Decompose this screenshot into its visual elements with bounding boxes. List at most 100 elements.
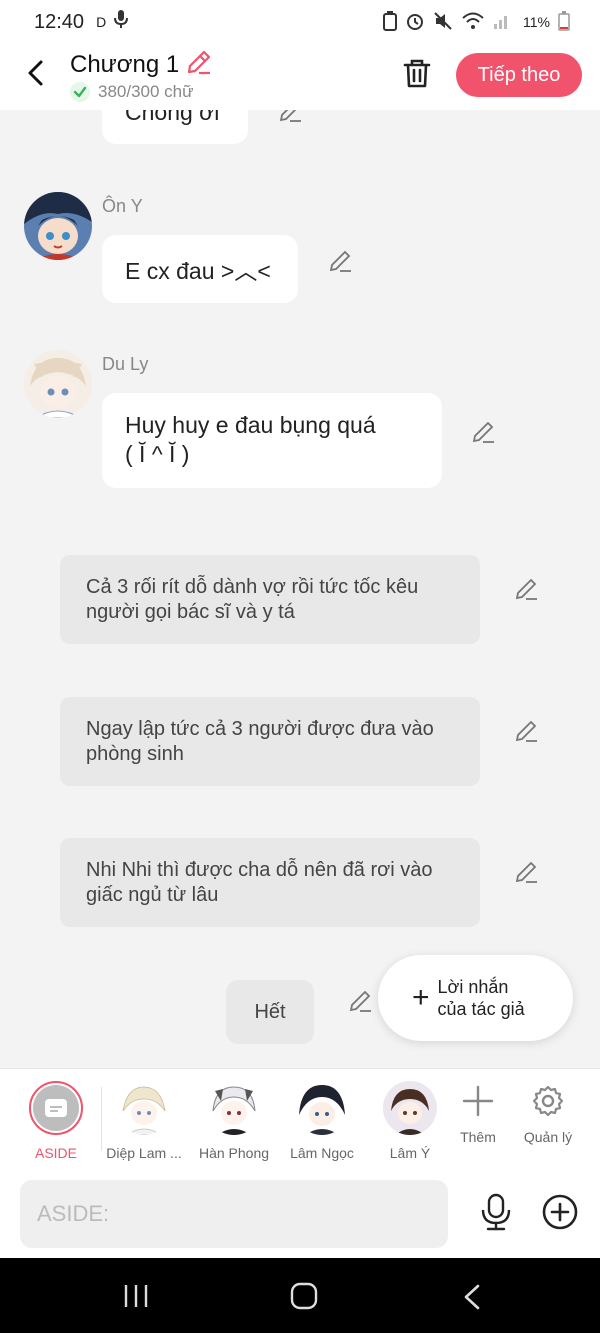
gear-icon (532, 1085, 564, 1117)
pencil-icon (472, 421, 494, 443)
pencil-icon (329, 250, 351, 272)
speaker-name: Du Ly (102, 354, 149, 374)
pencil-icon (188, 50, 211, 75)
message-text: Chồng ơi (125, 110, 220, 125)
character-label: Quản lý (523, 1129, 573, 1145)
voice-input-button[interactable] (476, 1192, 516, 1232)
pencil-icon (515, 861, 537, 883)
message-icon (45, 1099, 67, 1117)
plus-circle-icon (542, 1194, 578, 1230)
character-label: Lâm Ngọc (290, 1145, 354, 1161)
edit-narration-button[interactable] (514, 718, 540, 744)
character-label: Diệp Lam ... (106, 1145, 182, 1161)
narration-line: giấc ngủ từ lâu (86, 884, 219, 906)
character-label: Lâm Ý (389, 1145, 431, 1161)
plus-icon (462, 1085, 494, 1117)
word-count-row: 380/300 chữ (70, 82, 194, 102)
manage-characters-button[interactable]: Quản lý (508, 1077, 588, 1145)
pencil-icon (349, 990, 371, 1012)
message-bubble[interactable]: E cx đau >︿< (102, 235, 298, 303)
plus-icon: + (412, 981, 430, 1014)
chapter-title: Chương 1 (70, 50, 180, 78)
narration-line: Ngay lập tức cả 3 người được đưa vào (86, 718, 434, 740)
author-note-label: của tác giả (437, 999, 525, 1019)
narration-line: Cả 3 rối rít dỗ dành vợ rồi tức tốc kêu (86, 576, 419, 598)
character-label: Hàn Phong (198, 1145, 270, 1161)
narration-line: người gọi bác sĩ và y tá (86, 601, 295, 623)
avatar (295, 1081, 349, 1135)
edit-message-button[interactable] (471, 419, 497, 445)
character-bar: ASIDE Diệp Lam ... Hàn Phong Lâm Ngọc Lâ… (0, 1068, 600, 1170)
next-button[interactable]: Tiếp theo (456, 53, 582, 97)
avatar (117, 1081, 171, 1135)
divider (101, 1087, 102, 1151)
author-note-button[interactable]: + Lời nhắn của tác giả (378, 955, 573, 1041)
pencil-icon (515, 720, 537, 742)
message-bubble[interactable]: Chồng ơi (102, 110, 248, 144)
pencil-icon (279, 110, 301, 122)
word-count: 380/300 chữ (98, 82, 194, 101)
narration-block[interactable]: Cả 3 rối rít dỗ dành vợ rồi tức tốc kêu … (60, 555, 480, 644)
avatar[interactable] (24, 350, 92, 418)
battery-icon (558, 10, 570, 34)
edit-narration-button[interactable] (514, 859, 540, 885)
avatar (383, 1081, 437, 1135)
character-han-phong[interactable]: Hàn Phong (194, 1077, 274, 1161)
message-text-line: Huy huy e đau bụng quá (125, 412, 376, 438)
alarm-icon (405, 11, 425, 34)
edit-message-button[interactable] (328, 248, 354, 274)
recent-apps-icon (124, 1285, 148, 1307)
input-bar: ASIDE: (0, 1170, 600, 1258)
home-button[interactable] (290, 1282, 318, 1315)
chevron-left-icon (28, 60, 43, 86)
character-aside[interactable]: ASIDE (16, 1077, 96, 1161)
delete-button[interactable] (400, 56, 434, 90)
avatar[interactable] (24, 192, 92, 260)
storage-icon (383, 10, 398, 34)
edit-message-button[interactable] (278, 110, 304, 124)
wifi-icon (461, 11, 485, 34)
add-character-button[interactable]: Thêm (438, 1077, 518, 1145)
character-label: Thêm (460, 1129, 496, 1145)
mute-icon (433, 11, 453, 34)
end-marker[interactable]: Hết (226, 980, 314, 1044)
chat-area[interactable]: Chồng ơi Ôn Y E cx đau >︿< Du Ly Huy huy… (0, 110, 600, 1068)
aside-avatar (29, 1081, 83, 1135)
system-back-button[interactable] (462, 1284, 482, 1315)
narration-block[interactable]: Ngay lập tức cả 3 người được đưa vào phò… (60, 697, 480, 786)
recent-apps-button[interactable] (122, 1283, 150, 1314)
narration-line: Nhi Nhi thì được cha dỗ nên đã rơi vào (86, 859, 433, 881)
edit-narration-button[interactable] (514, 576, 540, 602)
check-icon (70, 82, 90, 102)
message-text: E cx đau >︿< (125, 258, 271, 284)
trash-icon (403, 59, 431, 88)
app-header: Chương 1 380/300 chữ Tiếp theo (0, 44, 600, 110)
narration-block[interactable]: Nhi Nhi thì được cha dỗ nên đã rơi vào g… (60, 838, 480, 927)
status-bar: 12:40 D 11% (0, 0, 600, 44)
status-d-indicator: D (96, 14, 107, 30)
narration-line: phòng sinh (86, 743, 184, 765)
system-nav-bar (0, 1258, 600, 1333)
character-label: ASIDE (34, 1145, 77, 1161)
avatar (207, 1081, 261, 1135)
chapter-title-row: Chương 1 (70, 48, 213, 81)
character-lam-ngoc[interactable]: Lâm Ngọc (282, 1077, 362, 1161)
message-input[interactable]: ASIDE: (20, 1180, 448, 1248)
back-button[interactable] (22, 58, 52, 88)
author-note-label: Lời nhắn (437, 977, 509, 997)
edit-title-button[interactable] (185, 48, 213, 81)
character-diep-lam[interactable]: Diệp Lam ... (104, 1077, 184, 1161)
pencil-icon (515, 578, 537, 600)
message-bubble[interactable]: Huy huy e đau bụng quá ( Ĭ ^ Ĭ ) (102, 393, 442, 488)
speaker-name: Ôn Y (102, 196, 143, 216)
status-icons: 11% (383, 10, 570, 34)
chevron-left-icon (464, 1284, 480, 1310)
status-mic-icon (114, 9, 129, 35)
battery-percent: 11% (523, 14, 550, 30)
edit-end-button[interactable] (348, 988, 374, 1014)
message-text-line: ( Ĭ ^ Ĭ ) (125, 441, 190, 467)
add-content-button[interactable] (540, 1192, 580, 1232)
status-time: 12:40 (34, 10, 85, 33)
microphone-icon (481, 1193, 511, 1231)
signal-icon (493, 12, 511, 33)
